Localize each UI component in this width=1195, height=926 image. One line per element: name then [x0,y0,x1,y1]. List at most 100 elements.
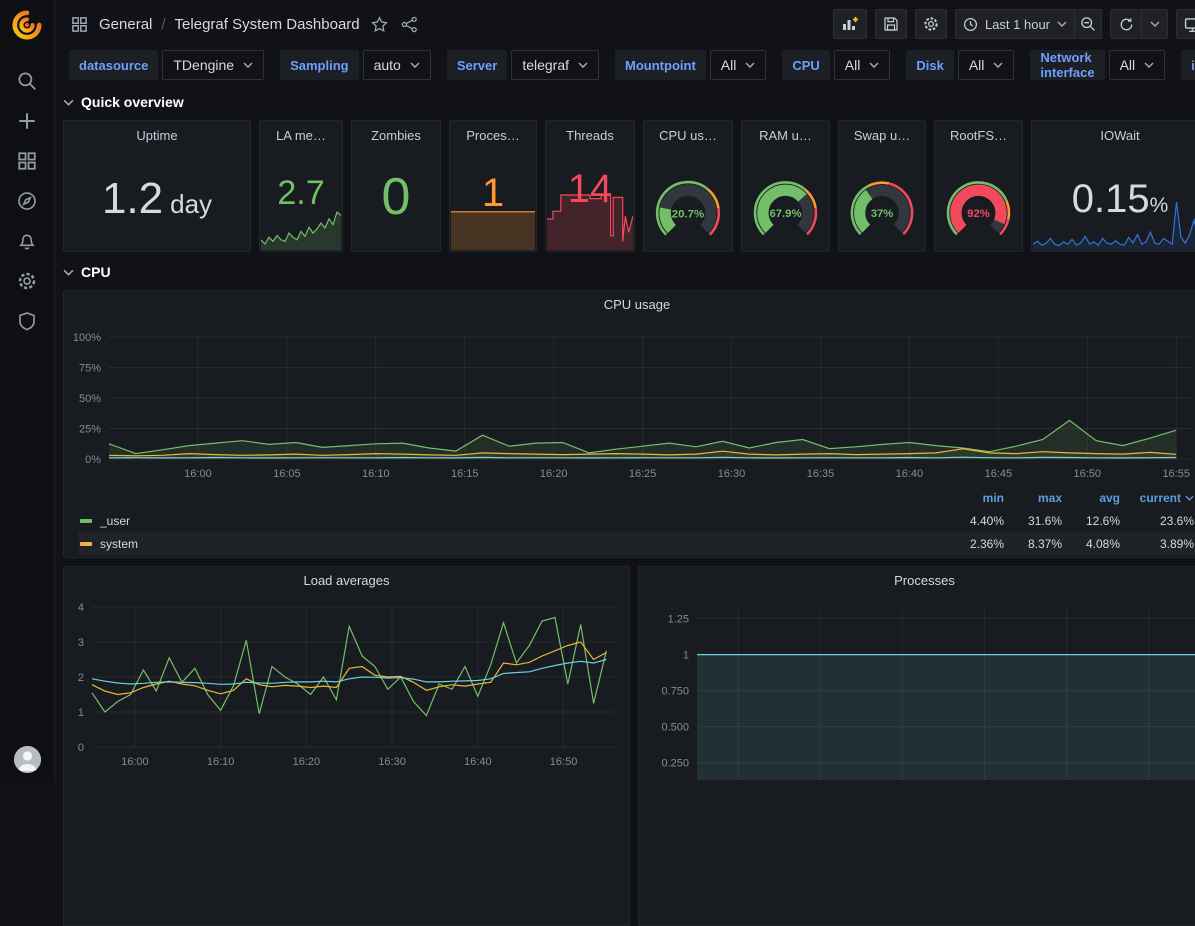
svg-text:0.500: 0.500 [661,722,689,734]
gauge: 67.9% [742,171,829,246]
grafana-app: General / Telegraf System Dashboard [0,0,1195,783]
configuration-gear-icon[interactable] [17,271,37,291]
dashboard-settings-button[interactable] [915,9,947,39]
gauge-panel-rootfs: RootFS… 92% [934,120,1023,252]
svg-text:2: 2 [78,672,84,684]
alerting-bell-icon[interactable] [17,231,37,251]
panel-title[interactable]: Uptime [64,121,250,143]
save-dashboard-button[interactable] [875,9,907,39]
svg-text:16:35: 16:35 [807,468,835,480]
variable-value-dropdown[interactable]: All [1109,50,1166,80]
variable-value-dropdown[interactable]: auto [363,50,431,80]
legend-column-avg[interactable]: avg [1062,491,1120,505]
svg-text:16:55: 16:55 [1162,468,1190,480]
section-quick-overview[interactable]: Quick overview [63,90,184,114]
gauge: 37% [839,171,925,246]
variable-label: CPU [782,50,829,80]
stat-panel-processes: Proces… 1 [449,120,537,252]
kiosk-tv-button[interactable] [1176,9,1195,39]
chevron-down-icon [63,269,74,276]
chevron-down-icon [243,62,253,68]
share-icon[interactable] [399,14,420,35]
dashboard-grid-icon [69,14,90,35]
variable-label: Sampling [280,50,359,80]
time-range-picker[interactable]: Last 1 hour [955,9,1075,39]
variable-value-dropdown[interactable]: All [834,50,891,80]
panel-title[interactable]: LA me… [260,121,342,143]
svg-text:20.7%: 20.7% [672,208,704,220]
panel-title[interactable]: RAM u… [742,121,829,143]
variable-value-dropdown[interactable]: TDengine [162,50,264,80]
panel-title[interactable]: Zombies [352,121,440,143]
cpu-usage-chart[interactable]: 0%25%50%75%100%16:0016:0516:1016:1516:20… [64,317,1195,487]
svg-text:0.250: 0.250 [661,758,689,770]
breadcrumb-folder[interactable]: General [99,16,152,33]
svg-text:16:10: 16:10 [207,756,235,768]
panel-title[interactable]: CPU usage [64,291,1195,317]
legend-row-_user[interactable]: _user4.40%31.6%12.6%23.6% [78,509,1195,532]
variable-label: irq [1181,50,1195,80]
svg-text:16:00: 16:00 [121,756,149,768]
chevron-down-icon [1144,62,1154,68]
legend-row-system[interactable]: system2.36%8.37%4.08%3.89% [78,532,1195,555]
variable-value-dropdown[interactable]: telegraf [511,50,599,80]
variable-value-dropdown[interactable]: All [958,50,1015,80]
zoom-out-time-button[interactable] [1075,9,1102,39]
section-cpu[interactable]: CPU [63,260,111,284]
page-title[interactable]: Telegraf System Dashboard [175,16,360,33]
sparkline [451,208,535,250]
panel-title[interactable]: CPU us… [644,121,732,143]
legend-current-value: 3.89% [1120,537,1194,551]
variable-server: Server telegraf [447,50,599,80]
star-icon[interactable] [369,14,390,35]
legend-column-current[interactable]: current [1120,491,1194,505]
clock-icon [963,17,978,32]
stat-panel-zombies: Zombies 0 [351,120,441,252]
gauge: 92% [935,171,1022,246]
variable-mountpoint: Mountpoint All [615,50,766,80]
svg-text:16:50: 16:50 [1074,468,1102,480]
load-averages-chart[interactable]: 0123416:0016:1016:2016:3016:4016:50 [64,593,629,783]
variable-value-dropdown[interactable]: All [710,50,767,80]
legend-column-min[interactable]: min [946,491,1004,505]
svg-text:16:45: 16:45 [985,468,1013,480]
processes-chart[interactable]: 0.2500.5000.75011.25 [639,593,1195,823]
add-panel-button[interactable] [833,9,867,39]
panel-title[interactable]: Threads [546,121,634,143]
top-navigation: General / Telegraf System Dashboard [55,0,1195,48]
server-admin-shield-icon[interactable] [17,311,37,331]
panel-cpu-usage: CPU usage 0%25%50%75%100%16:0016:0516:10… [63,290,1195,558]
explore-compass-icon[interactable] [17,191,37,211]
cpu-usage-legend: minmaxavgcurrent _user4.40%31.6%12.6%23.6… [64,487,1195,558]
search-icon[interactable] [17,71,37,91]
create-plus-icon[interactable] [17,111,37,131]
legend-column-max[interactable]: max [1004,491,1062,505]
series-swatch-icon [80,542,92,546]
panel-title[interactable]: RootFS… [935,121,1022,143]
refresh-button[interactable] [1110,9,1142,39]
dashboards-grid-icon[interactable] [17,151,37,171]
dashboard-body: Quick overview Uptime 1.2day LA me… 2.7 … [55,90,1195,926]
panel-title[interactable]: Processes [639,567,1195,593]
svg-text:1.25: 1.25 [668,614,689,626]
grafana-logo-icon[interactable] [12,10,42,45]
refresh-interval-dropdown[interactable] [1142,9,1168,39]
stat-value: 2.7 [260,176,342,210]
user-avatar[interactable] [14,746,41,773]
svg-text:0.750: 0.750 [661,686,689,698]
svg-text:4: 4 [78,602,84,614]
sidebar [0,0,55,783]
chevron-down-icon [578,62,588,68]
panel-title[interactable]: Proces… [450,121,536,143]
variables-bar: datasource TDengine Sampling auto Server… [55,48,1195,88]
panel-title[interactable]: Load averages [64,567,629,593]
panel-title[interactable]: Swap u… [839,121,925,143]
legend-row-softirq[interactable]: softirq0.626%4.44%1.19%1.24% [78,555,1195,558]
panel-load-averages: Load averages 0123416:0016:1016:2016:301… [63,566,630,926]
dashboard-toolbar: Last 1 hour [833,9,1195,39]
gauge: 20.7% [644,171,732,246]
stat-panel-threads: Threads 14 [545,120,635,252]
svg-text:16:20: 16:20 [540,468,568,480]
time-range-label: Last 1 hour [985,17,1050,32]
panel-title[interactable]: IOWait [1032,121,1195,143]
